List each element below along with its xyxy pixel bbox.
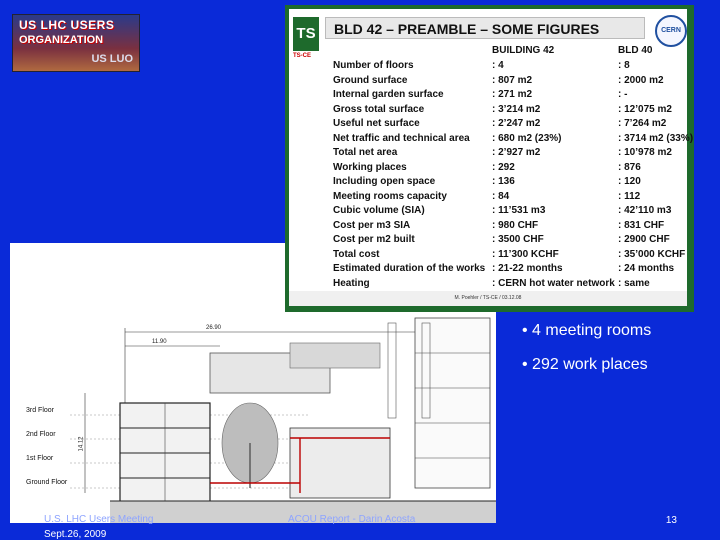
logo-line-1: US LHC USERS (19, 18, 115, 32)
figure-value-b40: : 876 (618, 161, 641, 173)
figure-label: Heating (333, 277, 370, 289)
figure-label: Total net area (333, 147, 398, 158)
figure-value-b42: : 807 m2 (492, 74, 533, 86)
figure-value-b40: : 42’110 m3 (618, 205, 672, 216)
bullet-work-places: • 292 work places (522, 356, 648, 373)
footer-report: ACOU Report - Darin Acosta (288, 514, 416, 525)
figure-label: Net traffic and technical area (333, 132, 470, 144)
figure-value-b40: : 3714 m2 (33%) (618, 132, 694, 144)
floor-label-2nd: 2nd Floor (26, 431, 56, 438)
figure-label: Including open space (333, 176, 436, 187)
figure-value-b42: : 292 (492, 161, 515, 173)
col-header-b42: BUILDING 42 (492, 45, 555, 56)
figure-value-b40: : 120 (618, 176, 641, 187)
figure-value-b40: : 112 (618, 190, 641, 202)
figure-value-b42: : 11’531 m3 (492, 205, 546, 216)
figure-value-b42: : 3’214 m2 (492, 103, 541, 115)
dimension-side: 14.12 (78, 436, 85, 452)
preamble-figures-panel: TS TS-CE BLD 42 – PREAMBLE – SOME FIGURE… (285, 5, 694, 312)
figure-value-b40: : 12’075 m2 (618, 103, 672, 115)
figure-label: Cubic volume (SIA) (333, 205, 425, 216)
logo-line-2: ORGANIZATION (19, 34, 104, 46)
figure-value-b40: : 2900 CHF (618, 234, 670, 245)
floor-label-1st: 1st Floor (26, 455, 54, 462)
col-header-b40: BLD 40 (618, 45, 653, 56)
figure-value-b40: : same (618, 277, 650, 289)
ts-logo: TS (293, 17, 319, 51)
figure-label: Number of floors (333, 60, 414, 71)
figure-label: Meeting rooms capacity (333, 190, 447, 202)
figure-label: Cost per m3 SIA (333, 219, 411, 231)
bullet-text: 292 work places (532, 356, 648, 373)
ts-ce-label: TS-CE (293, 53, 311, 59)
figure-label: Cost per m2 built (333, 234, 415, 245)
preamble-footer: M. Poehler / TS-CE / 03.12.08 (289, 291, 687, 306)
floor-label-3rd: 3rd Floor (26, 407, 55, 414)
figure-value-b40: : 24 months (618, 263, 675, 274)
figure-value-b40: : 831 CHF (618, 219, 665, 231)
figure-label: Ground surface (333, 74, 408, 86)
figure-value-b40: : 8 (618, 60, 630, 71)
figure-label: Internal garden surface (333, 89, 444, 100)
figure-label: Gross total surface (333, 103, 425, 115)
logo-line-3: US LUO (91, 53, 133, 65)
preamble-title: BLD 42 – PREAMBLE – SOME FIGURES (325, 17, 645, 39)
preamble-inner: TS TS-CE BLD 42 – PREAMBLE – SOME FIGURE… (289, 9, 693, 306)
dimension-top: 26.90 (206, 325, 222, 331)
slide-number: 13 (665, 515, 677, 526)
figure-value-b42: : 4 (492, 60, 504, 71)
figure-label: Estimated duration of the works (333, 263, 486, 274)
cern-logo: CERN (655, 15, 687, 47)
figure-value-b42: : 3500 CHF (492, 234, 544, 245)
figure-value-b42: : 980 CHF (492, 219, 539, 231)
footer-meeting: U.S. LHC Users Meeting (44, 514, 154, 525)
figure-label: Total cost (333, 248, 380, 260)
figure-value-b42: : 11’300 KCHF (492, 248, 559, 260)
bullet-meeting-rooms: • 4 meeting rooms (522, 322, 652, 339)
figure-value-b42: : 84 (492, 190, 510, 202)
figure-value-b40: : 7’264 m2 (618, 118, 667, 129)
us-luo-logo: US LHC USERS ORGANIZATION US LUO (12, 14, 140, 72)
bullet-text: 4 meeting rooms (532, 322, 652, 339)
figure-value-b40: : 10’978 m2 (618, 147, 672, 158)
figure-value-b42: : 2’247 m2 (492, 118, 541, 129)
floor-label-ground: Ground Floor (26, 479, 68, 486)
figure-value-b40: : 35’000 KCHF (618, 248, 686, 260)
figure-value-b40: : - (618, 89, 628, 100)
figure-label: Working places (333, 161, 407, 173)
figure-value-b40: : 2000 m2 (618, 74, 664, 86)
figure-value-b42: : 2’927 m2 (492, 147, 541, 158)
figure-value-b42: : CERN hot water network (492, 277, 615, 289)
footer-date: Sept.26, 2009 (44, 529, 107, 540)
figure-value-b42: : 21-22 months (492, 263, 563, 274)
figure-label: Useful net surface (333, 118, 420, 129)
figure-value-b42: : 680 m2 (23%) (492, 132, 562, 144)
dimension-mid: 11.90 (152, 339, 167, 345)
figure-value-b42: : 271 m2 (492, 89, 533, 100)
figure-value-b42: : 136 (492, 176, 515, 187)
